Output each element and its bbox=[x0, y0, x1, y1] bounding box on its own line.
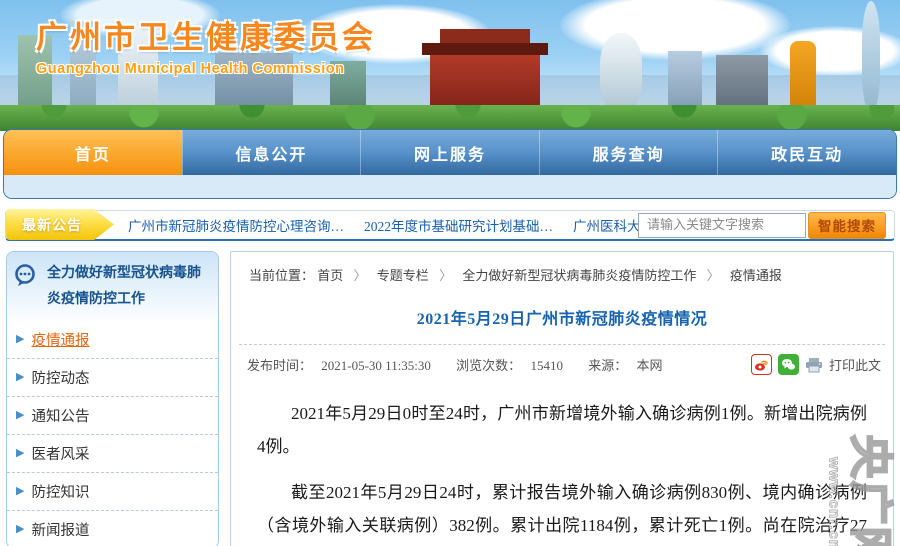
announcement-links: 广州市新冠肺炎疫情防控心理咨询… 2022年度市基础研究计划基础… 广州医科大学… bbox=[114, 215, 638, 235]
announcement-bar: 最新公告 广州市新冠肺炎疫情防控心理咨询… 2022年度市基础研究计划基础… 广… bbox=[5, 210, 895, 241]
print-icon[interactable] bbox=[805, 357, 823, 373]
article-body: 2021年5月29日0时至24时，广州市新增境外输入确诊病例1例。新增出院病例4… bbox=[231, 381, 893, 546]
site-title-en: Guangzhou Municipal Health Commission bbox=[36, 61, 376, 77]
sidebar-item-notices[interactable]: ▶ 通知公告 bbox=[7, 396, 218, 434]
arrow-right-icon: ▶ bbox=[16, 372, 24, 383]
publish-time-label: 发布时间： bbox=[247, 358, 312, 373]
article-meta: 发布时间： 2021-05-30 11:35:30 浏览次数： 15410 来源… bbox=[231, 345, 893, 381]
banner-trees bbox=[0, 105, 900, 131]
content-area: 全力做好新型冠状病毒肺炎疫情防控工作 ▶ 疫情通报 ▶ 防控动态 ▶ 通知公告 … bbox=[0, 241, 900, 546]
sidebar-item-control-updates[interactable]: ▶ 防控动态 bbox=[7, 358, 218, 396]
publish-time-value: 2021-05-30 11:35:30 bbox=[321, 358, 431, 373]
sidebar-item-epidemic-report[interactable]: ▶ 疫情通报 bbox=[7, 321, 218, 358]
nav-tab-public-interaction[interactable]: 政民互动 bbox=[717, 130, 896, 175]
print-article-link[interactable]: 打印此文 bbox=[829, 355, 881, 374]
article-title: 2021年5月29日广州市新冠肺炎疫情情况 bbox=[231, 305, 893, 329]
article-meta-left: 发布时间： 2021-05-30 11:35:30 浏览次数： 15410 来源… bbox=[247, 355, 668, 374]
arrow-right-icon: ▶ bbox=[16, 334, 24, 345]
sidebar-header[interactable]: 全力做好新型冠状病毒肺炎疫情防控工作 bbox=[7, 252, 218, 321]
banner-building bbox=[600, 33, 642, 113]
smart-search-button[interactable]: 智能搜索 bbox=[808, 212, 886, 239]
banner-canton-tower bbox=[862, 1, 880, 113]
wechat-share-icon[interactable] bbox=[778, 354, 799, 375]
breadcrumb-separator: 〉 bbox=[707, 268, 720, 283]
sidebar-item-prevention-knowledge[interactable]: ▶ 防控知识 bbox=[7, 472, 218, 510]
breadcrumb: 当前位置： 首页 〉 专题专栏 〉 全力做好新型冠状病毒肺炎疫情防控工作 〉 疫… bbox=[231, 252, 893, 288]
sidebar-header-label: 全力做好新型冠状病毒肺炎疫情防控工作 bbox=[47, 261, 210, 313]
announcement-link[interactable]: 广州市新冠肺炎疫情防控心理咨询… bbox=[128, 215, 344, 235]
article-paragraph: 2021年5月29日0时至24时，广州市新增境外输入确诊病例1例。新增出院病例4… bbox=[257, 397, 867, 463]
source-label: 来源： bbox=[588, 358, 627, 373]
banner-orange-tower bbox=[790, 41, 816, 113]
breadcrumb-separator: 〉 bbox=[354, 268, 367, 283]
speech-bubble-icon bbox=[13, 264, 39, 288]
arrow-right-icon: ▶ bbox=[16, 410, 24, 421]
nav-tab-service-query[interactable]: 服务查询 bbox=[539, 130, 718, 175]
site-banner: 广州市卫生健康委员会 Guangzhou Municipal Health Co… bbox=[0, 0, 900, 131]
breadcrumb-covid-work[interactable]: 全力做好新型冠状病毒肺炎疫情防控工作 bbox=[462, 268, 696, 283]
nav-tab-bar: 首页 信息公开 网上服务 服务查询 政民互动 bbox=[4, 130, 896, 175]
article-paragraph: 截至2021年5月29日24时，累计报告境外输入确诊病例830例、境内确诊病例（… bbox=[257, 476, 867, 546]
arrow-right-icon: ▶ bbox=[16, 448, 24, 459]
breadcrumb-separator: 〉 bbox=[439, 268, 452, 283]
nav-tab-online-services[interactable]: 网上服务 bbox=[360, 130, 539, 175]
banner-building bbox=[668, 51, 702, 113]
sidebar-item-news-reports[interactable]: ▶ 新闻报道 bbox=[7, 510, 218, 546]
announcement-link[interactable]: 2022年度市基础研究计划基础… bbox=[364, 215, 553, 235]
article-panel: 当前位置： 首页 〉 专题专栏 〉 全力做好新型冠状病毒肺炎疫情防控工作 〉 疫… bbox=[230, 251, 894, 546]
sidebar: 全力做好新型冠状病毒肺炎疫情防控工作 ▶ 疫情通报 ▶ 防控动态 ▶ 通知公告 … bbox=[6, 251, 219, 546]
views-label: 浏览次数： bbox=[456, 358, 521, 373]
breadcrumb-epidemic-report[interactable]: 疫情通报 bbox=[730, 268, 782, 283]
nav-tab-info-disclosure[interactable]: 信息公开 bbox=[182, 130, 361, 175]
views-value: 15410 bbox=[530, 358, 563, 373]
site-logo[interactable]: 广州市卫生健康委员会 Guangzhou Municipal Health Co… bbox=[36, 12, 376, 77]
sidebar-item-doctor-stories[interactable]: ▶ 医者风采 bbox=[7, 434, 218, 472]
site-title-cn: 广州市卫生健康委员会 bbox=[36, 12, 376, 57]
site-search: 智能搜索 bbox=[638, 212, 886, 239]
search-input[interactable] bbox=[638, 213, 806, 238]
breadcrumb-home[interactable]: 首页 bbox=[317, 268, 343, 283]
weibo-share-icon[interactable] bbox=[751, 354, 772, 375]
nav-sub-strip bbox=[4, 175, 896, 198]
sidebar-menu: ▶ 疫情通报 ▶ 防控动态 ▶ 通知公告 ▶ 医者风采 ▶ 防控知识 ▶ 新闻报… bbox=[7, 321, 218, 546]
main-nav: 首页 信息公开 网上服务 服务查询 政民互动 bbox=[3, 129, 897, 199]
announcement-label: 最新公告 bbox=[6, 209, 114, 240]
article-meta-right: 打印此文 bbox=[751, 354, 881, 375]
source-value: 本网 bbox=[636, 358, 662, 373]
arrow-right-icon: ▶ bbox=[16, 486, 24, 497]
breadcrumb-prefix: 当前位置： bbox=[249, 268, 314, 283]
breadcrumb-special-topics[interactable]: 专题专栏 bbox=[377, 268, 429, 283]
nav-tab-home[interactable]: 首页 bbox=[4, 130, 182, 175]
arrow-right-icon: ▶ bbox=[16, 524, 24, 535]
announcement-link[interactable]: 广州医科大学附属第三医院（黄埔… bbox=[573, 215, 638, 235]
